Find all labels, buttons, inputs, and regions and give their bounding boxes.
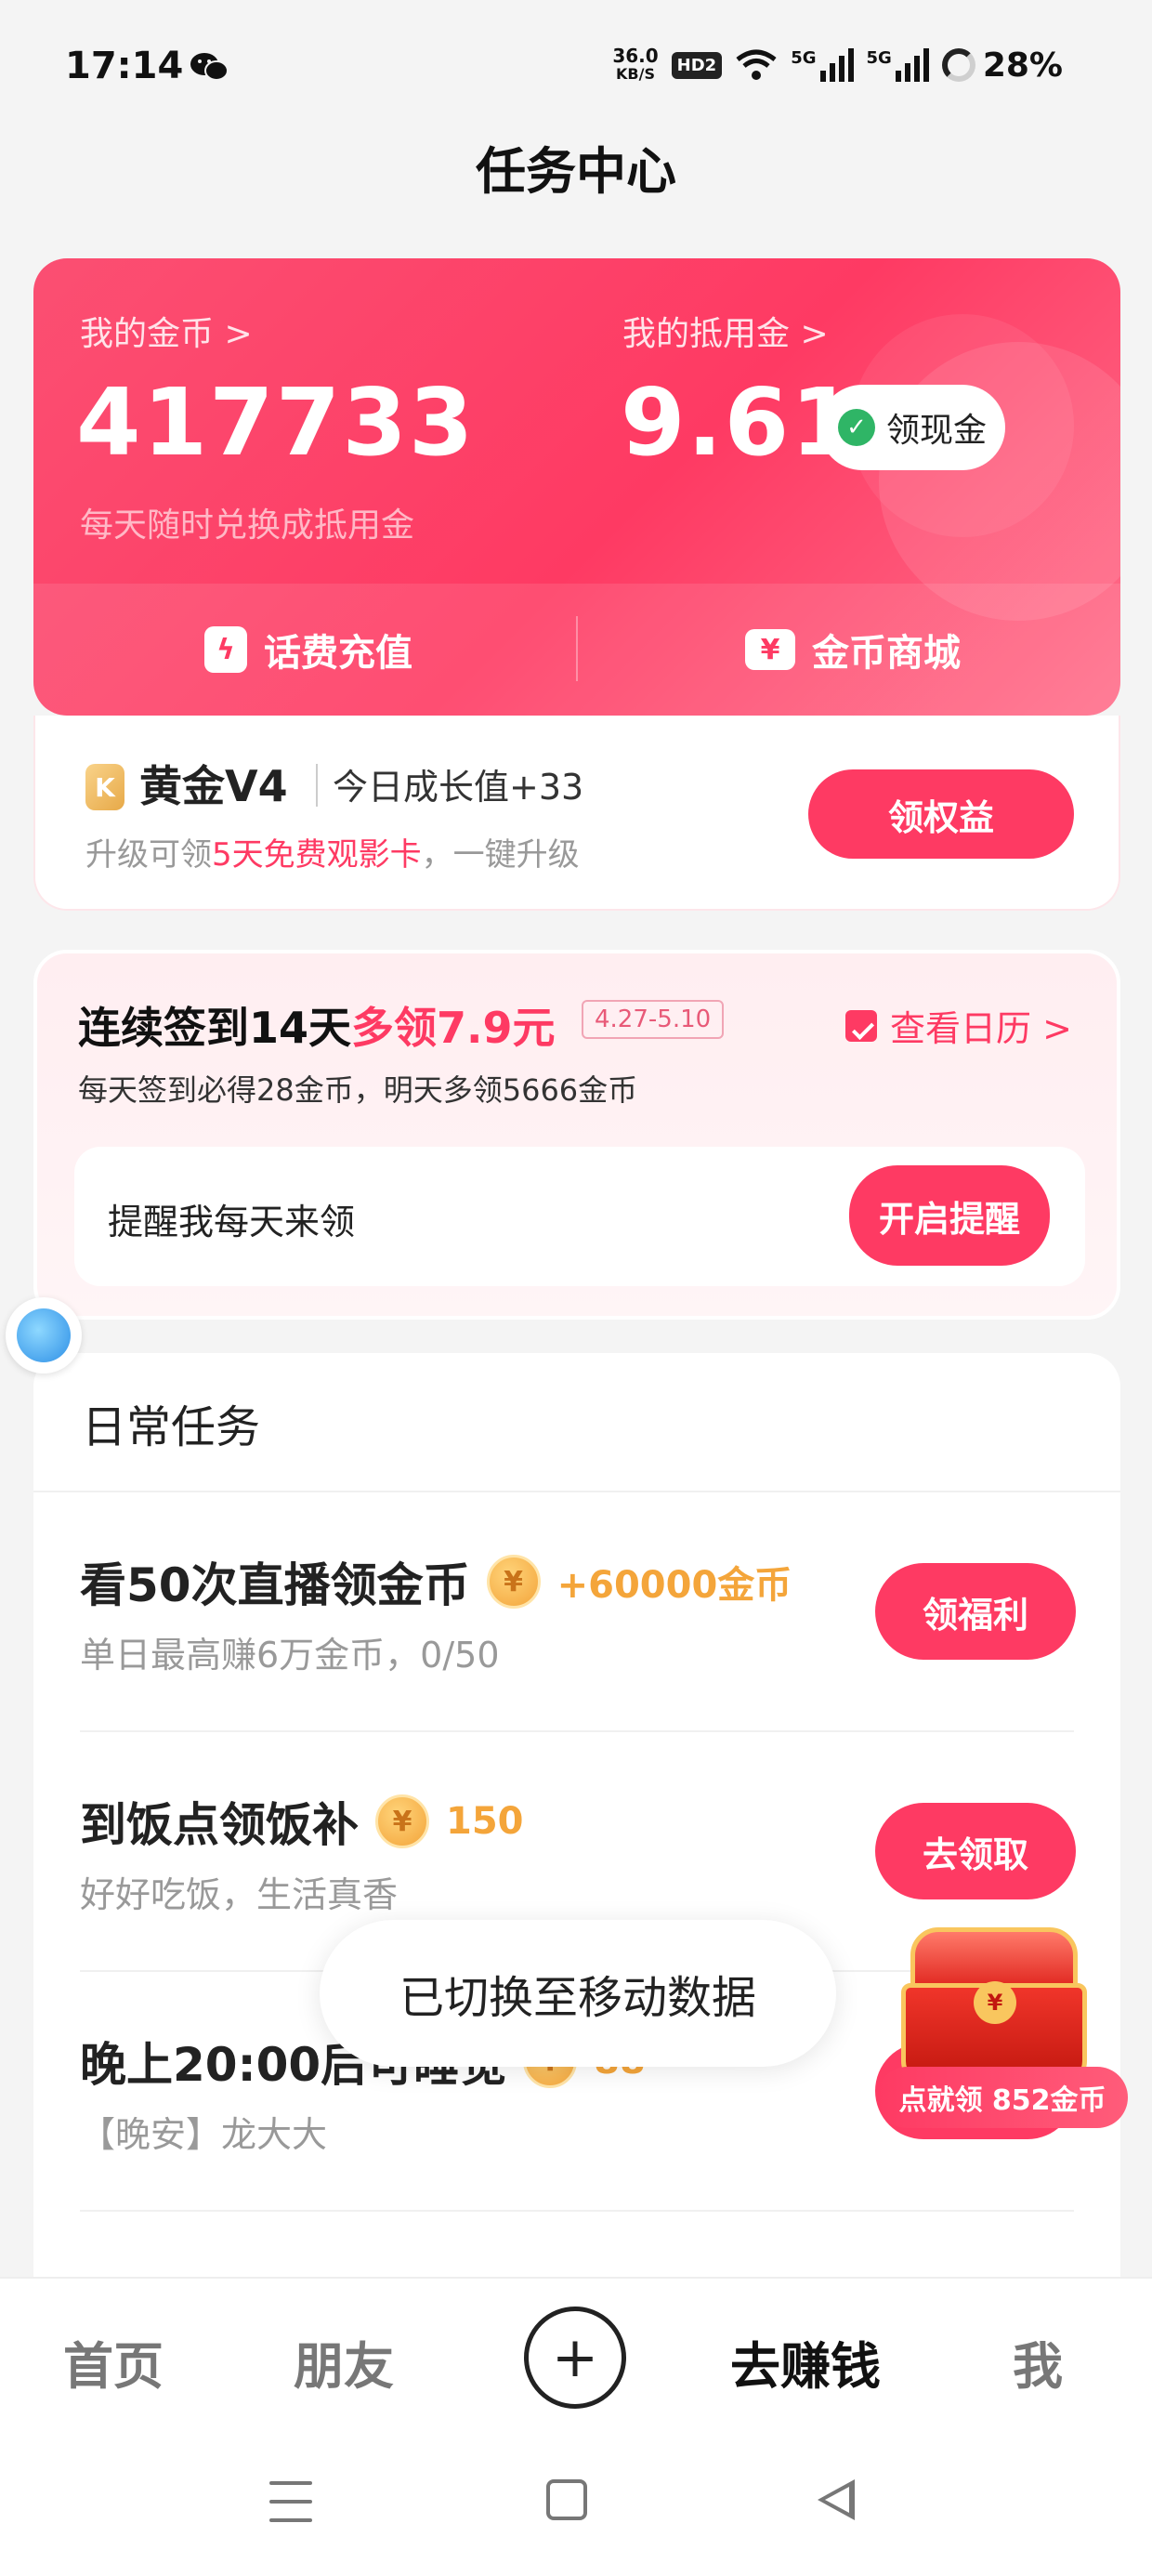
daily-tasks-card: 日常任务 看50次直播领金币 ¥ +60000金币 单日最高赚6万金币，0/50…: [33, 1353, 1120, 2282]
vip-hint-highlight: 5天免费观影卡: [212, 836, 422, 874]
coin-mall-label: 金币商城: [812, 632, 961, 675]
daily-tasks-title: 日常任务: [82, 1401, 261, 1453]
coin-mall-button[interactable]: ¥ 金币商城: [745, 623, 961, 677]
signin-subtitle: 每天签到必得28金币，明天多领5666金币: [78, 1072, 638, 1108]
signal-1-label: 5G: [791, 48, 817, 68]
vip-badge-icon: K: [85, 764, 124, 810]
signal-2-label: 5G: [866, 48, 892, 68]
task-subtitle: 好好吃饭，生活真香: [80, 1874, 399, 1915]
wifi-icon: [736, 49, 777, 80]
coin-icon: ¥: [486, 1555, 541, 1609]
battery-level: 28%: [982, 46, 1063, 85]
phone-recharge-label: 话费充值: [264, 632, 412, 675]
toast-message: 已切换至移动数据: [320, 1920, 836, 2067]
page-title: 任务中心: [476, 142, 676, 201]
reminder-text: 提醒我每天来领: [108, 1202, 356, 1242]
system-navigation-bar: [0, 2433, 1152, 2576]
task-divider: [80, 1730, 1074, 1732]
signin-date-range: 4.27-5.10: [582, 1000, 725, 1039]
enable-reminder-button[interactable]: 开启提醒: [849, 1165, 1050, 1266]
claim-benefits-button[interactable]: 领权益: [808, 769, 1074, 859]
vip-hint-suffix: ，一键升级: [421, 836, 580, 874]
vip-level: 黄金V4: [139, 761, 288, 811]
chest-reward-label[interactable]: 点就领 852金币: [877, 2067, 1128, 2128]
my-coins-link[interactable]: 我的金币 >: [80, 307, 253, 355]
task-title: 到饭点领饭补: [80, 1798, 359, 1852]
signin-title: 连续签到14天多领7.9元: [78, 994, 556, 1056]
ticket-icon: ¥: [745, 629, 795, 670]
task-claim-welfare-button[interactable]: 领福利: [875, 1563, 1076, 1660]
wechat-notification-icon: [190, 53, 229, 81]
hd-voice-icon: HD2: [671, 51, 723, 79]
task-title: 看50次直播领金币: [80, 1558, 470, 1612]
task-reward: +60000金币: [556, 1564, 792, 1607]
task-subtitle: 【晚安】龙大大: [80, 2114, 328, 2155]
nav-earn[interactable]: 去赚钱: [730, 2325, 881, 2399]
chest-coin-icon: ¥: [974, 1981, 1016, 2024]
section-divider: [33, 1491, 1120, 1492]
network-speed-unit: KB/S: [616, 65, 655, 83]
nav-home[interactable]: 首页: [63, 2325, 164, 2399]
my-voucher-link[interactable]: 我的抵用金 >: [622, 307, 829, 355]
task-subtitle: 单日最高赚6万金币，0/50: [80, 1635, 500, 1676]
task-reward: 150: [446, 1800, 524, 1843]
vip-hint-prefix: 升级可领: [85, 836, 212, 874]
coins-value: 417733: [76, 368, 476, 477]
coin-card: 我的金币 > 417733 每天随时兑换成抵用金 我的抵用金 > 9.61 ✓ …: [33, 258, 1120, 716]
floating-assistant-icon[interactable]: [6, 1297, 82, 1373]
task-item-meal: 到饭点领饭补 ¥ 150: [80, 1788, 524, 1855]
calendar-icon: [845, 1009, 877, 1042]
home-icon[interactable]: [546, 2479, 587, 2520]
nav-me[interactable]: 我: [1013, 2325, 1063, 2399]
nav-friends[interactable]: 朋友: [294, 2325, 394, 2399]
back-icon-inner: [825, 2487, 849, 2513]
signin-card: 连续签到14天多领7.9元 4.27-5.10 查看日历 > 每天签到必得28金…: [33, 950, 1120, 1320]
wechat-pay-icon: ✓: [837, 409, 875, 446]
task-divider: [80, 2210, 1074, 2212]
coins-subtitle: 每天随时兑换成抵用金: [80, 506, 415, 545]
withdraw-cash-button[interactable]: ✓ 领现金: [819, 385, 1005, 470]
battery-icon: [941, 48, 975, 82]
vip-growth: 今日成长值+33: [333, 767, 584, 808]
signin-title-prefix: 连续签到14天: [78, 1003, 352, 1053]
vip-level-panel: K 黄金V4 今日成长值+33 升级可领5天免费观影卡，一键升级 领权益: [33, 716, 1120, 911]
network-speed-value: 36.0: [612, 45, 659, 67]
task-item-live: 看50次直播领金币 ¥ +60000金币: [80, 1548, 792, 1615]
view-calendar-link[interactable]: 查看日历 >: [845, 1000, 1072, 1051]
phone-recharge-button[interactable]: ϟ 话费充值: [204, 623, 412, 677]
signal-2-icon: 5G: [867, 48, 929, 82]
signin-title-highlight: 多领7.9元: [351, 1003, 556, 1053]
recent-apps-icon[interactable]: [269, 2481, 312, 2522]
battery-indicator: 28%: [941, 46, 1063, 85]
withdraw-cash-label: 领现金: [885, 412, 987, 450]
status-time: 17:14: [65, 45, 184, 87]
network-speed: 36.0 KB/S: [612, 46, 658, 84]
bottom-navigation: 首页 朋友 + 去赚钱 我: [0, 2277, 1152, 2433]
view-calendar-label: 查看日历 >: [890, 1008, 1072, 1049]
assistant-icon-inner: [17, 1308, 71, 1362]
status-indicators: 36.0 KB/S HD2 5G 5G 28%: [612, 43, 1063, 87]
task-go-claim-button[interactable]: 去领取: [875, 1803, 1076, 1899]
signal-1-icon: 5G: [791, 48, 854, 82]
create-plus-button[interactable]: +: [524, 2307, 626, 2409]
coin-icon: ¥: [375, 1794, 429, 1848]
lightning-icon: ϟ: [204, 626, 247, 673]
card-actions-divider: [576, 616, 578, 681]
vip-upgrade-hint: 升级可领5天免费观影卡，一键升级: [85, 829, 580, 874]
vip-divider: [316, 764, 318, 807]
reminder-row: 提醒我每天来领 开启提醒: [74, 1147, 1085, 1286]
